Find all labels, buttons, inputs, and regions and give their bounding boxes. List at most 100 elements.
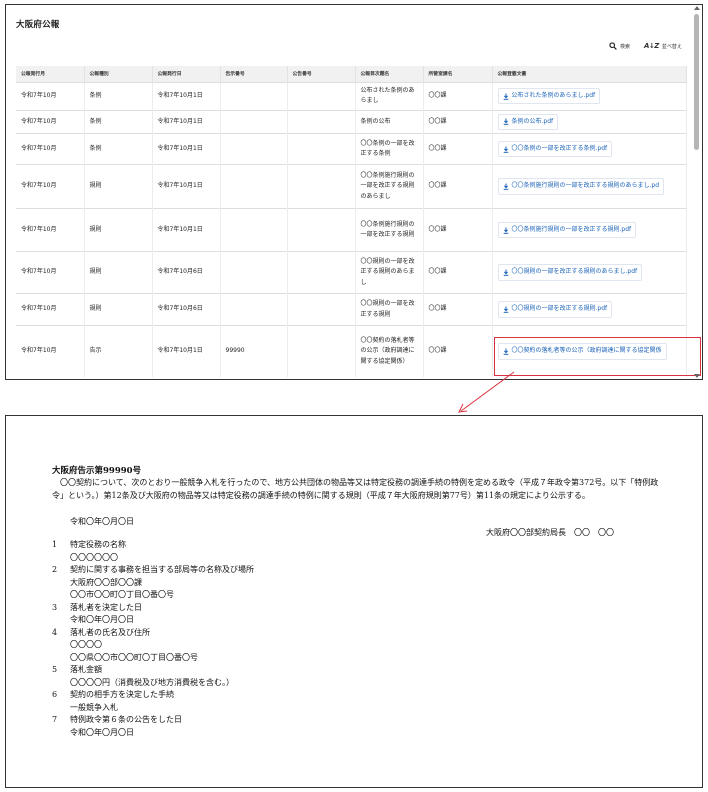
item-detail: 大阪府〇〇部〇〇課 <box>70 577 142 587</box>
cell-month: 令和7年10月 <box>16 208 85 252</box>
download-icon <box>503 146 508 153</box>
column-header[interactable]: 所管室課名 <box>423 66 493 82</box>
cell-notice-number <box>220 133 288 165</box>
item-number: 3 <box>52 602 58 612</box>
cell-department: 〇〇課 <box>423 109 493 134</box>
cell-notice-number <box>220 164 288 209</box>
cell-file: 〇〇規則の一部を改正する規則.pdf <box>492 293 687 326</box>
column-header[interactable]: 公告番号 <box>287 66 356 82</box>
column-header[interactable]: 公報登載文書 <box>492 66 687 82</box>
cell-file: 条例の公布.pdf <box>492 109 687 134</box>
cell-notice-number <box>220 81 288 110</box>
scroll-down-arrow-icon[interactable] <box>694 374 700 378</box>
cell-department: 〇〇課 <box>423 293 493 326</box>
cell-notice-number: 99990 <box>220 325 288 377</box>
cell-month: 令和7年10月 <box>16 164 85 209</box>
cell-month: 令和7年10月 <box>16 109 85 134</box>
notice-signer: 大阪府〇〇部契約局長 〇〇 〇〇 <box>486 528 614 537</box>
cell-notice-number <box>220 293 288 326</box>
table-row: 令和7年10月 条例 令和7年10月1日 公布された条例のあらまし 〇〇課 公布された条例… <box>16 81 687 110</box>
item-label: 契約の相手方を決定した手続 <box>70 690 174 699</box>
cell-type: 規則 <box>84 293 153 326</box>
cell-department: 〇〇課 <box>423 133 493 165</box>
cell-month: 令和7年10月 <box>16 293 85 326</box>
column-header[interactable]: 公報目次題名 <box>355 66 424 82</box>
cell-type: 規則 <box>84 164 153 209</box>
cell-date: 令和7年10月1日 <box>152 81 221 110</box>
item-number: 2 <box>52 565 58 574</box>
item-label: 落札者を決定した日 <box>70 602 142 612</box>
item-label: 特例政令第６条の公告をした日 <box>70 715 182 724</box>
file-link[interactable]: 〇〇条例施行規則の一部を改正する規則のあらまし.pd <box>497 178 665 195</box>
notice-document: 大阪府告示第99990号 〇〇契約について、次のとおり一般競争入札を行ったので、… <box>5 415 703 788</box>
cell-title: 〇〇契約の落札者等の公示（政府調達に関する協定関係） <box>355 325 424 377</box>
cell-department: 〇〇課 <box>423 81 493 110</box>
item-label: 契約に関する事務を担当する部局等の名称及び場所 <box>70 565 254 574</box>
cell-notice-number <box>220 208 288 252</box>
column-header[interactable]: 公報種別 <box>84 66 153 82</box>
item-number: 6 <box>52 690 58 699</box>
notice-item: 3 落札者を決定した日 <box>52 602 652 615</box>
notice-item: 4 落札者の氏名及び住所 <box>52 627 652 640</box>
file-link-label: 〇〇条例施行規則の一部を改正する規則のあらまし.pd <box>511 182 660 190</box>
download-icon <box>503 227 508 234</box>
notice-item: 5 落札金額 <box>52 664 652 677</box>
cell-department: 〇〇課 <box>423 325 493 377</box>
file-link[interactable]: 〇〇規則の一部を改正する規則のあらまし.pdf <box>497 264 643 281</box>
file-link-label: 〇〇条例施行規則の一部を改正する規則.pdf <box>511 225 632 233</box>
cell-date: 令和7年10月1日 <box>152 109 221 134</box>
file-link[interactable]: 公布された条例のあらまし.pdf <box>497 87 601 105</box>
cell-title: 〇〇条例施行規則の一部を改正する規則 <box>355 208 424 252</box>
scroll-up-arrow-icon[interactable] <box>694 6 700 10</box>
cell-department: 〇〇課 <box>423 208 493 252</box>
cell-file: 〇〇規則の一部を改正する規則のあらまし.pdf <box>492 251 687 294</box>
cell-type: 規則 <box>84 208 153 252</box>
cell-file: 〇〇条例施行規則の一部を改正する規則.pdf <box>492 208 687 252</box>
table-row: 令和7年10月 規則 令和7年10月6日 〇〇規則の一部を改正する規則のあらまし 〇〇課… <box>16 251 687 294</box>
item-detail: 令和〇年〇月〇日 <box>70 615 134 624</box>
cell-ad-number <box>287 325 356 377</box>
cell-department: 〇〇課 <box>423 164 493 209</box>
item-detail: 〇〇〇〇〇〇 <box>70 552 118 562</box>
table-row: 令和7年10月 規則 令和7年10月1日 〇〇条例施行規則の一部を改正する規則 〇〇課 〇… <box>16 208 687 252</box>
cell-title: 条例の公布 <box>355 109 424 134</box>
column-header[interactable]: 告示番号 <box>220 66 288 82</box>
cell-type: 条例 <box>84 81 153 110</box>
search-button[interactable]: 検索 <box>609 42 630 50</box>
cell-file: 〇〇条例施行規則の一部を改正する規則のあらまし.pd <box>492 164 687 209</box>
item-number: 1 <box>52 540 58 549</box>
cell-month: 令和7年10月 <box>16 133 85 165</box>
download-icon <box>503 118 508 126</box>
file-link[interactable]: 〇〇規則の一部を改正する規則.pdf <box>497 301 613 318</box>
notice-items: 1 特定役務の名称 〇〇〇〇〇〇 2 契約に関する事務を担当する部局等の名称及び場所 大阪… <box>52 539 652 739</box>
item-detail: 一般競争入札 <box>70 702 118 712</box>
scrollbar-thumb[interactable] <box>694 14 699 150</box>
item-label: 特定役務の名称 <box>70 540 126 549</box>
download-icon <box>503 269 508 276</box>
file-link[interactable]: 〇〇条例の一部を改正する条例.pdf <box>497 140 613 158</box>
file-link-label: 条例の公布.pdf <box>511 117 554 125</box>
scrollbar[interactable] <box>693 6 701 378</box>
cell-notice-number <box>220 251 288 294</box>
cell-ad-number <box>287 251 356 294</box>
file-link[interactable]: 〇〇条例施行規則の一部を改正する規則.pdf <box>497 221 637 239</box>
cell-date: 令和7年10月6日 <box>152 251 221 294</box>
file-link[interactable]: 条例の公布.pdf <box>497 113 559 130</box>
cell-type: 条例 <box>84 109 153 134</box>
cell-title: 〇〇規則の一部を改正する規則 <box>355 293 424 326</box>
notice-item: 6 契約の相手方を決定した手続 <box>52 689 652 702</box>
sort-button[interactable]: A↓Z 並べ替え <box>644 42 682 50</box>
cell-month: 令和7年10月 <box>16 251 85 294</box>
page-title: 大阪府公報 <box>16 20 60 30</box>
notice-body: 〇〇契約について、次のとおり一般競争入札を行ったので、地方公共団体の物品等又は特… <box>52 478 659 500</box>
file-link-label: 〇〇規則の一部を改正する規則.pdf <box>511 305 608 313</box>
cell-notice-number <box>220 109 288 134</box>
notice-item: 2 契約に関する事務を担当する部局等の名称及び場所 <box>52 564 652 577</box>
cell-title: 公布された条例のあらまし <box>355 81 424 110</box>
search-label: 検索 <box>620 43 631 50</box>
column-header[interactable]: 公報発行月 <box>16 66 85 82</box>
item-number: 5 <box>52 665 58 674</box>
column-header[interactable]: 公報発行日 <box>152 66 221 82</box>
item-number: 7 <box>52 715 58 724</box>
cell-department: 〇〇課 <box>423 251 493 294</box>
